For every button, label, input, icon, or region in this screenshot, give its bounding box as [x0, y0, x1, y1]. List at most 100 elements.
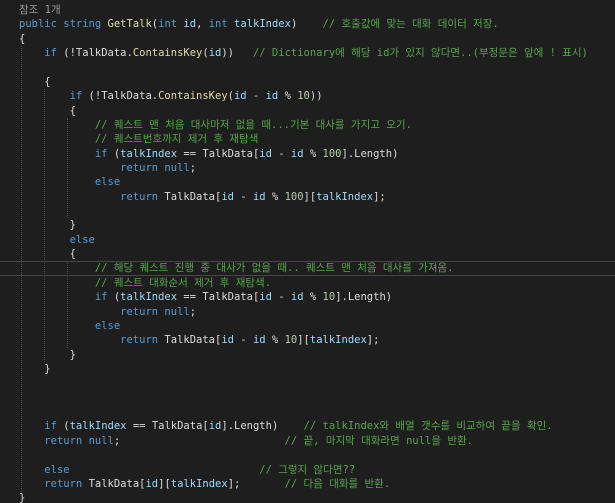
token-keyword: return [120, 161, 159, 174]
codelens-references[interactable]: 참조 1개 [19, 3, 615, 17]
code-line-text: // 퀘스트 맨 처음 대사마저 없을 때...기본 대사를 가지고 오기. [0, 119, 412, 131]
code-line[interactable]: return null; [0, 305, 615, 319]
code-line[interactable]: if (talkIndex == TalkData[id - id % 100]… [0, 147, 615, 161]
code-line[interactable]: return TalkData[id - id % 10][talkIndex]… [0, 333, 615, 347]
token-keyword: else [69, 233, 95, 246]
token-keyword: if [94, 291, 108, 304]
code-line[interactable]: // 퀘스트 대화순서 제거 후 재탐색. [0, 276, 615, 290]
code-line-text: return null; [0, 306, 196, 318]
token-plain: == [177, 147, 203, 160]
token-plain: TalkData [202, 147, 253, 160]
code-line[interactable] [0, 60, 615, 74]
code-line[interactable]: if (talkIndex == TalkData[id - id % 10].… [0, 290, 615, 304]
code-line[interactable]: else // 그렇지 않다면?? [0, 463, 615, 477]
code-line[interactable]: else [0, 319, 615, 333]
code-line[interactable]: return TalkData[id - id % 100][talkIndex… [0, 190, 615, 204]
code-line[interactable]: } [0, 362, 615, 376]
token-keyword: if [94, 147, 108, 160]
token-comment: // 끝, 마지막 대화라면 null을 반환. [284, 434, 473, 447]
code-line[interactable]: return null; [0, 161, 615, 175]
code-line[interactable]: public string GetTalk(int id, int talkIn… [0, 17, 615, 31]
code-editor[interactable]: 참조 1개 public string GetTalk(int id, int … [0, 0, 615, 503]
code-line[interactable]: } [0, 218, 615, 232]
code-line[interactable]: else [0, 233, 615, 247]
token-plain: ( [56, 420, 70, 433]
token-plain: - [271, 291, 291, 304]
token-keyword: public [19, 18, 57, 31]
token-comment: // 퀘스트번호까지 제거 후 재탐색 [94, 133, 259, 146]
code-line-text: if (talkIndex == TalkData[id - id % 10].… [0, 291, 392, 303]
code-line-text: { [0, 76, 50, 88]
code-line[interactable]: { [0, 247, 615, 261]
code-line[interactable] [0, 405, 615, 419]
token-parameter: id [183, 18, 197, 31]
token-parameter: talkIndex [120, 147, 178, 160]
token-plain: TalkData [164, 334, 215, 347]
code-line-text: { [0, 248, 76, 260]
code-line-text: { [0, 33, 25, 45]
token-plain: % [265, 334, 285, 347]
code-line[interactable]: } [0, 348, 615, 362]
code-line-current[interactable]: // 해당 퀘스트 진행 중 대사가 없을 때.. 퀘스트 맨 처음 대사를 가… [0, 261, 615, 275]
code-line-text: return TalkData[id - id % 100][talkIndex… [0, 191, 386, 203]
code-line[interactable]: { [0, 75, 615, 89]
token-keyword: if [44, 420, 57, 433]
token-parameter: id [252, 334, 266, 347]
token-plain: ][ [303, 190, 317, 203]
code-line[interactable]: if (!TalkData.ContainsKey(id - id % 10)) [0, 89, 615, 103]
token-plain: ) [290, 18, 323, 31]
token-plain: ]; [227, 477, 285, 490]
code-line[interactable]: if (talkIndex == TalkData[id].Length) //… [0, 419, 615, 433]
token-parameter: talkIndex [309, 334, 367, 347]
token-parameter: talkIndex [234, 18, 291, 31]
code-line[interactable]: return TalkData[id][talkIndex]; // 다음 대화… [0, 477, 615, 491]
token-keyword: return [120, 190, 159, 203]
token-plain: ]; [366, 334, 380, 347]
token-keyword: else [94, 176, 121, 189]
code-line[interactable]: if (!TalkData.ContainsKey(id)) // Dictio… [0, 46, 615, 60]
code-line[interactable]: } [0, 491, 615, 503]
code-line-text: // 퀘스트 대화순서 제거 후 재탐색. [0, 277, 271, 289]
code-line[interactable]: // 퀘스트 맨 처음 대사마저 없을 때...기본 대사를 가지고 오기. [0, 118, 615, 132]
token-plain: ( [107, 147, 121, 160]
code-line-text: if (talkIndex == TalkData[id - id % 100]… [0, 147, 399, 160]
code-line[interactable]: return null; // 끝, 마지막 대화라면 null을 반환. [0, 434, 615, 448]
code-line-text: if (!TalkData.ContainsKey(id)) // Dictio… [0, 47, 588, 59]
token-method: GetTalk [107, 18, 152, 31]
code-line-text: public string GetTalk(int id, int talkIn… [0, 18, 499, 30]
code-line[interactable]: { [0, 32, 615, 46]
code-line[interactable] [0, 376, 615, 390]
token-plain: % [303, 291, 323, 304]
code-line[interactable]: // 퀘스트번호까지 제거 후 재탐색 [0, 132, 615, 146]
token-plain: ][ [158, 477, 171, 490]
token-plain: == [126, 420, 152, 433]
token-plain: - [271, 147, 291, 160]
code-line[interactable] [0, 204, 615, 218]
token-plain: ( [107, 291, 121, 304]
code-line[interactable] [0, 391, 615, 405]
code-line[interactable]: else [0, 175, 615, 189]
code-line-text: else [0, 320, 120, 332]
code-line-text: if (talkIndex == TalkData[id].Length) //… [0, 420, 552, 433]
token-plain: TalkData [88, 477, 140, 490]
token-keyword: return [44, 434, 83, 447]
code-line[interactable]: { [0, 104, 615, 118]
code-line-text: } [0, 349, 76, 361]
code-line[interactable] [0, 448, 615, 462]
token-parameter: id [208, 420, 222, 433]
code-line-text: { [0, 105, 76, 117]
